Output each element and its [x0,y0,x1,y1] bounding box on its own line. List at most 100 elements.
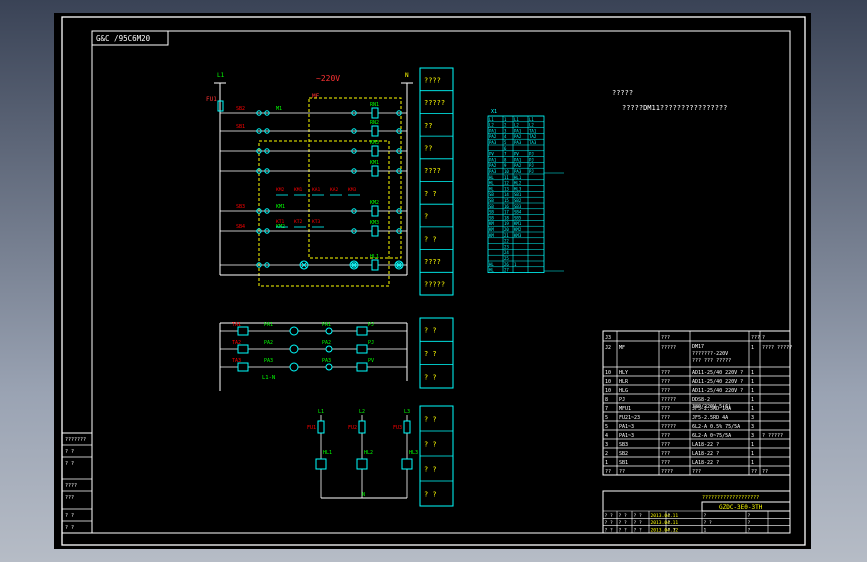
title-cell: 2013.04.11 [651,513,679,519]
bom-cell: SB3 [619,442,628,448]
note-line-1: ????? [612,89,633,97]
lamp-box-symbol [401,458,413,470]
terminal-cell: HL1 [514,175,522,180]
side-box-text: ? ? [424,416,437,424]
left-strip-text: ? ? [65,513,74,519]
title-cell: 2013.04.11 [651,520,679,526]
terminal-cell: PA3 [489,140,497,145]
terminal-cell: PA2 [489,163,497,168]
terminal-cell: KM2 [514,227,522,232]
bom-cell: 1 [751,442,754,448]
coil-symbol [371,107,379,119]
terminal-cell: HL2 [514,181,522,186]
meter-c-label: PA3 [322,358,331,364]
bom-cell-line: DDS8-2 [692,397,710,403]
bom-cell: ?? [619,469,625,475]
cad-viewport[interactable]: G&C /95C6M20 ???????? ?? ????????? ?? ? … [54,13,811,549]
title-cell: 1 [704,527,707,533]
bom-cell: ?? [605,469,611,475]
meter-bottom-label: L1-N [262,375,275,381]
bom-cell: HLY [619,370,628,376]
terminal-cell: TA3 [529,140,537,145]
control-left-label: SB2 [236,106,245,112]
bill-of-materials-table: J3?????? ?J2 MF????? DM17 ???????-220V ??? … [602,330,792,476]
meter-b-label: PA3 [264,358,273,364]
contact-label: KA1 [312,187,321,193]
left-strip-text: ??????? [65,437,86,443]
left-strip-text: ? ? [65,525,74,531]
terminal-cell: 27 [504,268,509,273]
title-cell: ? ? [634,527,643,533]
bom-cell-line: ???????-220V [692,351,728,357]
contact-label: KT3 [312,219,321,225]
coil-symbol [371,259,379,271]
bom-cell: ??? [692,469,701,475]
title-cell: ? ? [704,520,713,526]
left-strip: ??????? ? ? ? ???????? ? ? ? ? [61,432,93,534]
bom-cell: LA18-22 ? [692,442,719,448]
terminal-cell: HL [489,181,494,186]
terminal-cell: PJ [529,152,534,157]
bom-cell: 3 [751,433,754,439]
side-box-text: ?? [424,122,432,130]
energy-meter-symbol [356,362,368,372]
bom-cell: ??? [661,379,670,385]
fuse-lamp-label: HL3 [409,450,418,456]
terminal-cell: PJ [529,169,534,174]
bom-cell: 1 [605,460,608,466]
ct-symbol [237,362,249,372]
title-block: ??????????????????? GZDC-3E0-3TH ? ?? ??… [602,490,791,534]
coil-symbol [371,225,379,237]
terminal-cell: 3 [504,128,507,133]
side-box-text: ? [424,213,428,221]
bom-cell: ?? [762,469,768,475]
terminal-cell: HL [489,175,494,180]
terminal-cell: PA2 [489,134,497,139]
control-left-label: SB3 [236,204,245,210]
bom-cell: PA1~3 [619,424,634,430]
terminal-cell: PJ [529,157,534,162]
bom-cell: 1 [751,345,754,351]
fuse-label: FU3 [393,425,402,431]
main-breaker-label: MF [312,93,320,100]
side-box-text: ????? [424,281,445,289]
meter-d-label: PJ [368,340,374,346]
bom-cell: ????? [661,345,676,351]
control-left2-label: KM1 [276,204,285,210]
left-strip-text: ? ? [65,449,74,455]
terminal-cell: KM [489,227,494,232]
bom-cell-line: DM17 [692,344,704,350]
terminal-cell: TA2 [529,134,537,139]
fuse-label: FU2 [348,425,357,431]
fuse-symbol [358,420,366,434]
terminal-cell: 22 [504,239,509,244]
side-box-text: ? ? [424,373,437,381]
side-box-text: ? ? [424,327,437,335]
control-left-label: SB4 [236,224,245,230]
terminal-cell: SB [489,204,494,209]
side-box-group: ????????????????? ? ?? ? ?????????? ? ? ? ?… [419,67,454,507]
terminal-cell: KM3 [514,233,522,238]
side-box-text: ? ? [424,441,437,449]
fuse-label: FU1 [307,425,316,431]
bom-cell: 5 [605,424,608,430]
side-box-text: ???? [424,258,441,266]
bom-cell: ??? [661,388,670,394]
bom-cell: HLR [619,379,629,385]
meter-a-label: TA3 [232,358,241,364]
terminal-cell: SB5 [514,215,522,220]
title-cell: ? [668,513,671,519]
terminal-cell: 8 [504,157,507,162]
left-strip-text: ???? [65,483,77,489]
fuse-lamp-label: HL1 [323,450,332,456]
terminal-cell: PA1 [489,157,497,162]
terminal-cell: SB3 [514,204,522,209]
side-box-text: ?? [424,144,432,152]
bom-cell: PJ [619,397,625,403]
bom-cell: PA1~3 [619,433,634,439]
terminal-cell: 1 [504,117,507,122]
control-right-label: RN1 [370,102,379,108]
bom-cell: LA18-22 ? [692,460,719,466]
meter-b-label: PA1 [264,322,273,328]
title-cell: ? [668,520,671,526]
